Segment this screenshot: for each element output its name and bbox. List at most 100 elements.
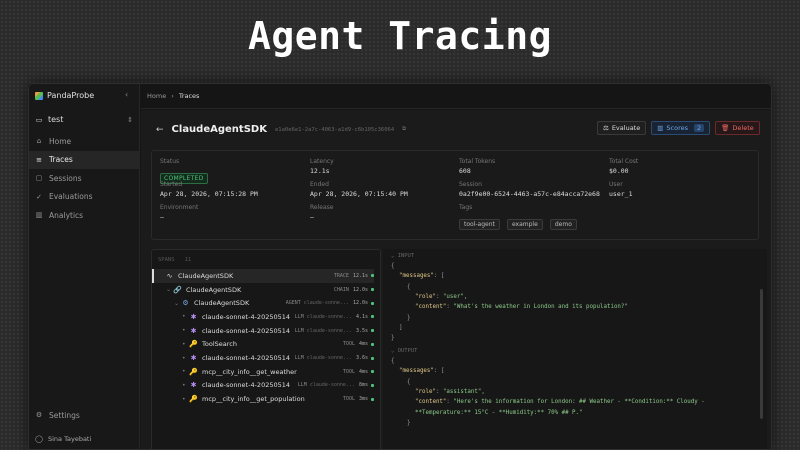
span-model: claude-sonne... <box>303 300 349 307</box>
span-duration: 3.5s <box>355 327 368 334</box>
project-selector[interactable]: ▭ test ⇕ <box>35 115 133 124</box>
status-dot <box>371 397 374 401</box>
json-line: { <box>391 263 395 269</box>
span-bullet-icon: • <box>182 327 186 335</box>
span-model: claude-sonne... <box>309 382 355 389</box>
span-duration: 12.0s <box>352 286 368 293</box>
status-dot <box>371 370 374 374</box>
span-row[interactable]: • ✱ claude-sonnet-4-20250514 LLM claude-sonn… <box>152 379 374 393</box>
sidebar-item-settings[interactable]: ⚙ Settings <box>29 406 140 425</box>
span-name: claude-sonnet-4-20250514 <box>202 354 291 363</box>
tool-icon: 🔑 <box>189 340 198 349</box>
meta-session: Session 0a2f9e00-6524-4463-a57c-e84acca7… <box>459 181 600 198</box>
back-arrow-icon[interactable]: ← <box>156 125 164 135</box>
sidebar-item-label: Evaluations <box>49 192 93 202</box>
span-row[interactable]: ⌄ ⚙ ClaudeAgentSDK AGENT claude-sonne... 12.0… <box>152 296 374 310</box>
trace-metadata: Status COMPLETED Latency 12.1s Total Tok… <box>151 150 759 240</box>
meta-label: Release <box>310 204 334 211</box>
home-icon: ⌂ <box>36 137 42 146</box>
span-name: claude-sonnet-4-20250514 <box>202 312 291 321</box>
trace-detail: ← ClaudeAgentSDK e1a0e6e1-2a7c-4063-a1d9… <box>141 110 771 449</box>
span-type: TOOL <box>342 368 355 375</box>
span-row[interactable]: • 🔑 mcp__city_info__get_weather TOOL 4ms <box>152 365 374 379</box>
span-bullet-icon: • <box>182 395 186 403</box>
sidebar-item-evaluations[interactable]: ✓ Evaluations <box>29 188 140 207</box>
llm-icon: ✱ <box>190 312 197 321</box>
sidebar-item-sessions[interactable]: ▢ Sessions <box>29 169 140 188</box>
scores-icon: ▥ <box>657 124 664 132</box>
span-duration: 8ms <box>358 382 368 389</box>
status-dot <box>371 329 374 333</box>
sidebar-item-label: Sessions <box>49 173 82 183</box>
span-tree-title: SPANS <box>158 256 175 263</box>
meta-label: Status <box>160 158 180 165</box>
tool-icon: 🔑 <box>189 367 198 376</box>
evaluate-label: Evaluate <box>611 124 641 132</box>
user-name: Sina Tayebati <box>48 435 92 443</box>
meta-label: User <box>609 181 623 188</box>
output-section-label[interactable]: ⌄ OUTPUT <box>391 348 418 354</box>
span-tree-scrollbar[interactable] <box>380 256 381 426</box>
folder-icon: ▭ <box>35 115 43 124</box>
meta-value: 12.1s <box>310 167 330 175</box>
copy-icon[interactable]: ⧉ <box>402 126 406 133</box>
span-row[interactable]: • ✱ claude-sonnet-4-20250514 LLM claude-sonn… <box>152 324 374 338</box>
collapse-sidebar-icon[interactable]: ‹ <box>125 90 128 99</box>
span-row[interactable]: • ✱ claude-sonnet-4-20250514 LLM claude-sonn… <box>152 310 374 324</box>
json-line: "role": "assistant", <box>415 388 485 395</box>
session-link[interactable]: 0a2f9e00-6524-4463-a57c-e84acca72e68 <box>459 190 600 198</box>
expand-chevron-icon[interactable]: ⌄ <box>174 300 181 307</box>
json-line: "messages": [ <box>399 368 445 375</box>
user-menu[interactable]: ◯ Sina Tayebati <box>35 435 91 443</box>
json-line: } <box>407 314 411 321</box>
span-type: CHAIN <box>333 286 349 293</box>
llm-icon: ✱ <box>190 326 197 335</box>
llm-icon: ✱ <box>190 381 197 390</box>
span-bullet-icon: • <box>182 368 186 376</box>
span-row[interactable]: • 🔑 mcp__city_info__get_population TOOL 3ms <box>152 392 374 406</box>
sidebar-item-analytics[interactable]: ▥ Analytics <box>29 206 140 225</box>
meta-tokens: Total Tokens 608 <box>459 158 495 175</box>
span-count: 11 <box>184 256 192 263</box>
span-name: ClaudeAgentSDK <box>178 271 234 280</box>
span-model: claude-sonne... <box>306 355 352 362</box>
breadcrumb-current: Traces <box>178 92 200 100</box>
meta-value: – <box>160 213 164 221</box>
evaluate-icon: ⚖ <box>603 124 609 132</box>
span-duration: 4.1s <box>355 313 368 320</box>
meta-value: $0.00 <box>609 167 629 175</box>
chain-icon: 🔗 <box>173 285 182 294</box>
sidebar-item-traces[interactable]: ≡ Traces <box>29 150 140 169</box>
expand-chevron-icon[interactable]: ⌄ <box>166 286 173 293</box>
span-duration: 12.1s <box>352 272 368 279</box>
io-scrollbar[interactable] <box>760 289 763 419</box>
sidebar-item-home[interactable]: ⌂ Home <box>29 132 140 151</box>
delete-button[interactable]: 🗑 Delete <box>715 121 760 135</box>
evaluate-button[interactable]: ⚖ Evaluate <box>597 121 647 135</box>
io-panel: ⌄ INPUT {"messages": [{"role": "user", "c… <box>383 249 767 449</box>
meta-label: Session <box>459 181 482 188</box>
meta-label: Environment <box>160 204 199 211</box>
meta-label: Ended <box>310 181 329 188</box>
span-name: mcp__city_info__get_weather <box>202 367 297 376</box>
status-dot <box>371 288 374 292</box>
span-row[interactable]: ⌄ 🔗 ClaudeAgentSDK CHAIN 12.0s <box>152 283 374 297</box>
tag-chip: example <box>506 219 543 230</box>
span-name: ClaudeAgentSDK <box>194 299 250 308</box>
span-type: LLM <box>294 327 304 334</box>
span-name: mcp__city_info__get_population <box>202 395 305 404</box>
scores-button[interactable]: ▥ Scores 2 <box>651 121 711 135</box>
span-bullet-icon: • <box>182 354 186 362</box>
json-line: ] <box>399 324 403 331</box>
span-bullet-icon: • <box>182 381 186 389</box>
brand[interactable]: PandaProbe <box>35 91 94 100</box>
json-line: } <box>407 419 411 426</box>
span-row[interactable]: ∿ ClaudeAgentSDK TRACE 12.1s <box>152 269 374 283</box>
meta-label: Total Cost <box>609 158 639 165</box>
sidebar-nav: ⌂ Home ≡ Traces ▢ Sessions ✓ Evaluations… <box>29 132 140 225</box>
input-section-label[interactable]: ⌄ INPUT <box>391 253 414 259</box>
status-dot <box>371 356 374 360</box>
breadcrumb-home[interactable]: Home <box>147 92 166 100</box>
span-row[interactable]: • 🔑 ToolSearch TOOL 4ms <box>152 338 374 352</box>
span-row[interactable]: • ✱ claude-sonnet-4-20250514 LLM claude-sonn… <box>152 351 374 365</box>
